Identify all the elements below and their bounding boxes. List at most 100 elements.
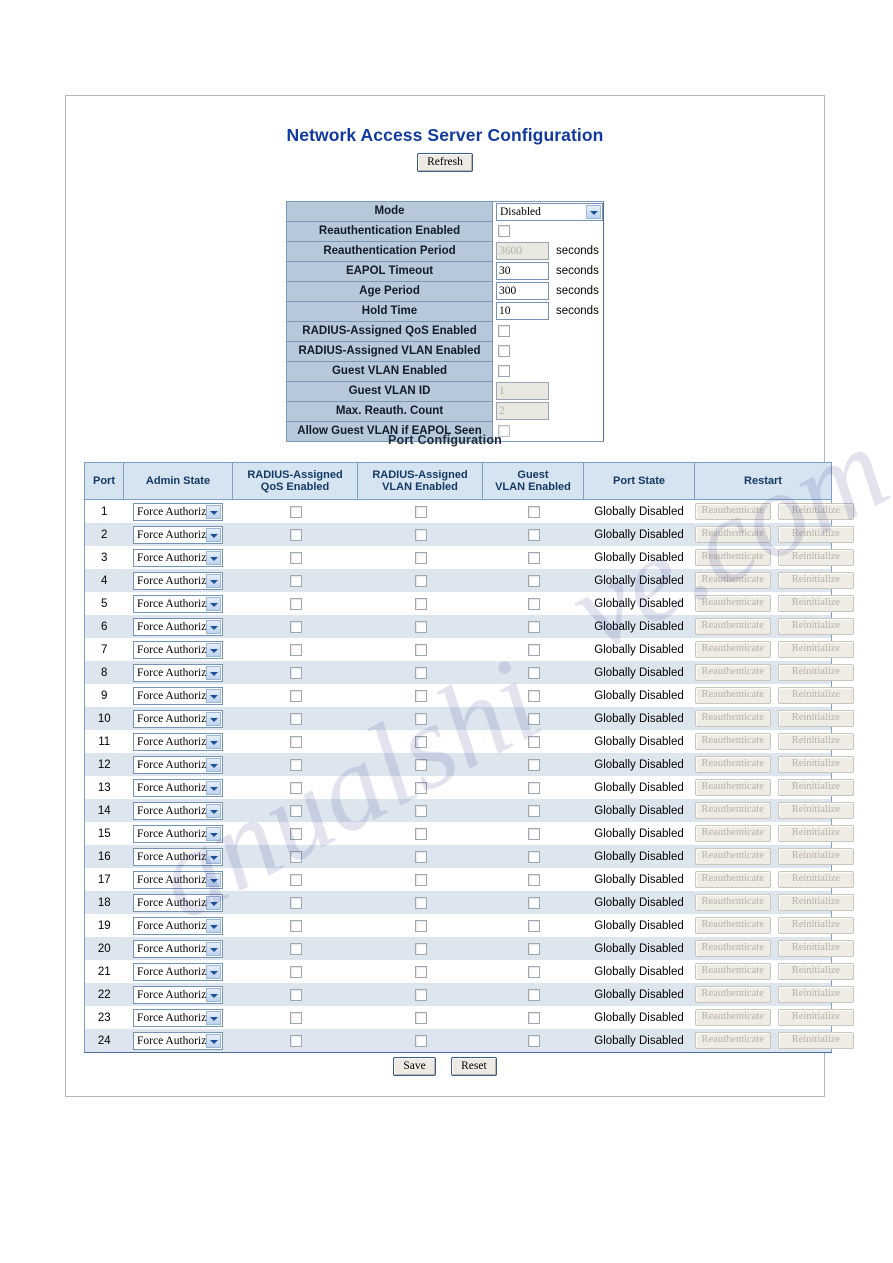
radius-qos-checkbox-port-1[interactable] bbox=[290, 505, 302, 518]
chevron-down-icon[interactable] bbox=[206, 1033, 221, 1048]
chevron-down-icon[interactable] bbox=[206, 596, 221, 611]
guest-vlan-checkbox-port-19[interactable] bbox=[528, 919, 540, 932]
radius-assigned-vlan-enabled-checkbox[interactable] bbox=[498, 345, 510, 358]
guest-vlan-checkbox-port-5[interactable] bbox=[528, 597, 540, 610]
radius-qos-checkbox-port-14[interactable] bbox=[290, 804, 302, 817]
chevron-down-icon[interactable] bbox=[206, 987, 221, 1002]
guest-vlan-checkbox-port-20[interactable] bbox=[528, 942, 540, 955]
guest-vlan-checkbox-port-3[interactable] bbox=[528, 551, 540, 564]
radius-assigned-qos-enabled-checkbox[interactable] bbox=[498, 325, 510, 338]
chevron-down-icon[interactable] bbox=[206, 941, 221, 956]
reset-button[interactable]: Reset bbox=[451, 1057, 497, 1076]
radius-qos-checkbox-port-24[interactable] bbox=[290, 1034, 302, 1047]
guest-vlan-checkbox-port-12[interactable] bbox=[528, 758, 540, 771]
radius-qos-checkbox-port-6[interactable] bbox=[290, 620, 302, 633]
radius-qos-checkbox-port-19[interactable] bbox=[290, 919, 302, 932]
guest-vlan-checkbox-port-15[interactable] bbox=[528, 827, 540, 840]
chevron-down-icon[interactable] bbox=[206, 918, 221, 933]
radius-qos-checkbox-port-12[interactable] bbox=[290, 758, 302, 771]
chevron-down-icon[interactable] bbox=[206, 665, 221, 680]
radius-vlan-checkbox-port-13[interactable] bbox=[415, 781, 427, 794]
radius-qos-checkbox-port-9[interactable] bbox=[290, 689, 302, 702]
guest-vlan-checkbox-port-16[interactable] bbox=[528, 850, 540, 863]
admin-state-select-port-10[interactable]: Force Authorized bbox=[133, 709, 223, 728]
chevron-down-icon[interactable] bbox=[206, 504, 221, 519]
radius-vlan-checkbox-port-18[interactable] bbox=[415, 896, 427, 909]
admin-state-select-port-4[interactable]: Force Authorized bbox=[133, 571, 223, 590]
guest-vlan-checkbox-port-21[interactable] bbox=[528, 965, 540, 978]
guest-vlan-checkbox-port-6[interactable] bbox=[528, 620, 540, 633]
guest-vlan-checkbox-port-23[interactable] bbox=[528, 1011, 540, 1024]
radius-vlan-checkbox-port-14[interactable] bbox=[415, 804, 427, 817]
guest-vlan-checkbox-port-13[interactable] bbox=[528, 781, 540, 794]
guest-vlan-checkbox-port-7[interactable] bbox=[528, 643, 540, 656]
save-button[interactable]: Save bbox=[393, 1057, 436, 1076]
radius-qos-checkbox-port-13[interactable] bbox=[290, 781, 302, 794]
hold-time-input[interactable] bbox=[496, 302, 549, 321]
guest-vlan-enabled-checkbox[interactable] bbox=[498, 365, 510, 378]
chevron-down-icon[interactable] bbox=[206, 849, 221, 864]
guest-vlan-checkbox-port-22[interactable] bbox=[528, 988, 540, 1001]
radius-vlan-checkbox-port-3[interactable] bbox=[415, 551, 427, 564]
guest-vlan-checkbox-port-10[interactable] bbox=[528, 712, 540, 725]
radius-qos-checkbox-port-7[interactable] bbox=[290, 643, 302, 656]
guest-vlan-checkbox-port-2[interactable] bbox=[528, 528, 540, 541]
admin-state-select-port-9[interactable]: Force Authorized bbox=[133, 686, 223, 705]
radius-qos-checkbox-port-16[interactable] bbox=[290, 850, 302, 863]
admin-state-select-port-3[interactable]: Force Authorized bbox=[133, 548, 223, 567]
radius-vlan-checkbox-port-11[interactable] bbox=[415, 735, 427, 748]
radius-qos-checkbox-port-15[interactable] bbox=[290, 827, 302, 840]
admin-state-select-port-6[interactable]: Force Authorized bbox=[133, 617, 223, 636]
radius-qos-checkbox-port-5[interactable] bbox=[290, 597, 302, 610]
chevron-down-icon[interactable] bbox=[206, 757, 221, 772]
admin-state-select-port-8[interactable]: Force Authorized bbox=[133, 663, 223, 682]
radius-qos-checkbox-port-17[interactable] bbox=[290, 873, 302, 886]
radius-vlan-checkbox-port-10[interactable] bbox=[415, 712, 427, 725]
admin-state-select-port-24[interactable]: Force Authorized bbox=[133, 1031, 223, 1050]
radius-vlan-checkbox-port-12[interactable] bbox=[415, 758, 427, 771]
chevron-down-icon[interactable] bbox=[206, 826, 221, 841]
chevron-down-icon[interactable] bbox=[206, 573, 221, 588]
eapol-timeout-input[interactable] bbox=[496, 262, 549, 281]
admin-state-select-port-23[interactable]: Force Authorized bbox=[133, 1008, 223, 1027]
radius-vlan-checkbox-port-17[interactable] bbox=[415, 873, 427, 886]
radius-qos-checkbox-port-20[interactable] bbox=[290, 942, 302, 955]
radius-qos-checkbox-port-21[interactable] bbox=[290, 965, 302, 978]
guest-vlan-checkbox-port-17[interactable] bbox=[528, 873, 540, 886]
radius-vlan-checkbox-port-2[interactable] bbox=[415, 528, 427, 541]
radius-vlan-checkbox-port-20[interactable] bbox=[415, 942, 427, 955]
radius-vlan-checkbox-port-7[interactable] bbox=[415, 643, 427, 656]
chevron-down-icon[interactable] bbox=[206, 964, 221, 979]
radius-vlan-checkbox-port-4[interactable] bbox=[415, 574, 427, 587]
chevron-down-icon[interactable] bbox=[206, 527, 221, 542]
reauthentication-enabled-checkbox[interactable] bbox=[498, 225, 510, 238]
radius-vlan-checkbox-port-5[interactable] bbox=[415, 597, 427, 610]
admin-state-select-port-17[interactable]: Force Authorized bbox=[133, 870, 223, 889]
radius-vlan-checkbox-port-23[interactable] bbox=[415, 1011, 427, 1024]
chevron-down-icon[interactable] bbox=[206, 550, 221, 565]
admin-state-select-port-22[interactable]: Force Authorized bbox=[133, 985, 223, 1004]
guest-vlan-checkbox-port-11[interactable] bbox=[528, 735, 540, 748]
chevron-down-icon[interactable] bbox=[206, 711, 221, 726]
radius-vlan-checkbox-port-21[interactable] bbox=[415, 965, 427, 978]
radius-vlan-checkbox-port-8[interactable] bbox=[415, 666, 427, 679]
guest-vlan-checkbox-port-9[interactable] bbox=[528, 689, 540, 702]
radius-qos-checkbox-port-10[interactable] bbox=[290, 712, 302, 725]
guest-vlan-checkbox-port-24[interactable] bbox=[528, 1034, 540, 1047]
radius-vlan-checkbox-port-9[interactable] bbox=[415, 689, 427, 702]
admin-state-select-port-5[interactable]: Force Authorized bbox=[133, 594, 223, 613]
chevron-down-icon[interactable] bbox=[206, 803, 221, 818]
admin-state-select-port-21[interactable]: Force Authorized bbox=[133, 962, 223, 981]
chevron-down-icon[interactable] bbox=[206, 895, 221, 910]
radius-vlan-checkbox-port-15[interactable] bbox=[415, 827, 427, 840]
admin-state-select-port-11[interactable]: Force Authorized bbox=[133, 732, 223, 751]
chevron-down-icon[interactable] bbox=[206, 780, 221, 795]
admin-state-select-port-1[interactable]: Force Authorized bbox=[133, 502, 223, 521]
radius-qos-checkbox-port-22[interactable] bbox=[290, 988, 302, 1001]
admin-state-select-port-20[interactable]: Force Authorized bbox=[133, 939, 223, 958]
guest-vlan-checkbox-port-4[interactable] bbox=[528, 574, 540, 587]
admin-state-select-port-7[interactable]: Force Authorized bbox=[133, 640, 223, 659]
radius-qos-checkbox-port-11[interactable] bbox=[290, 735, 302, 748]
chevron-down-icon[interactable] bbox=[206, 688, 221, 703]
chevron-down-icon[interactable] bbox=[206, 619, 221, 634]
